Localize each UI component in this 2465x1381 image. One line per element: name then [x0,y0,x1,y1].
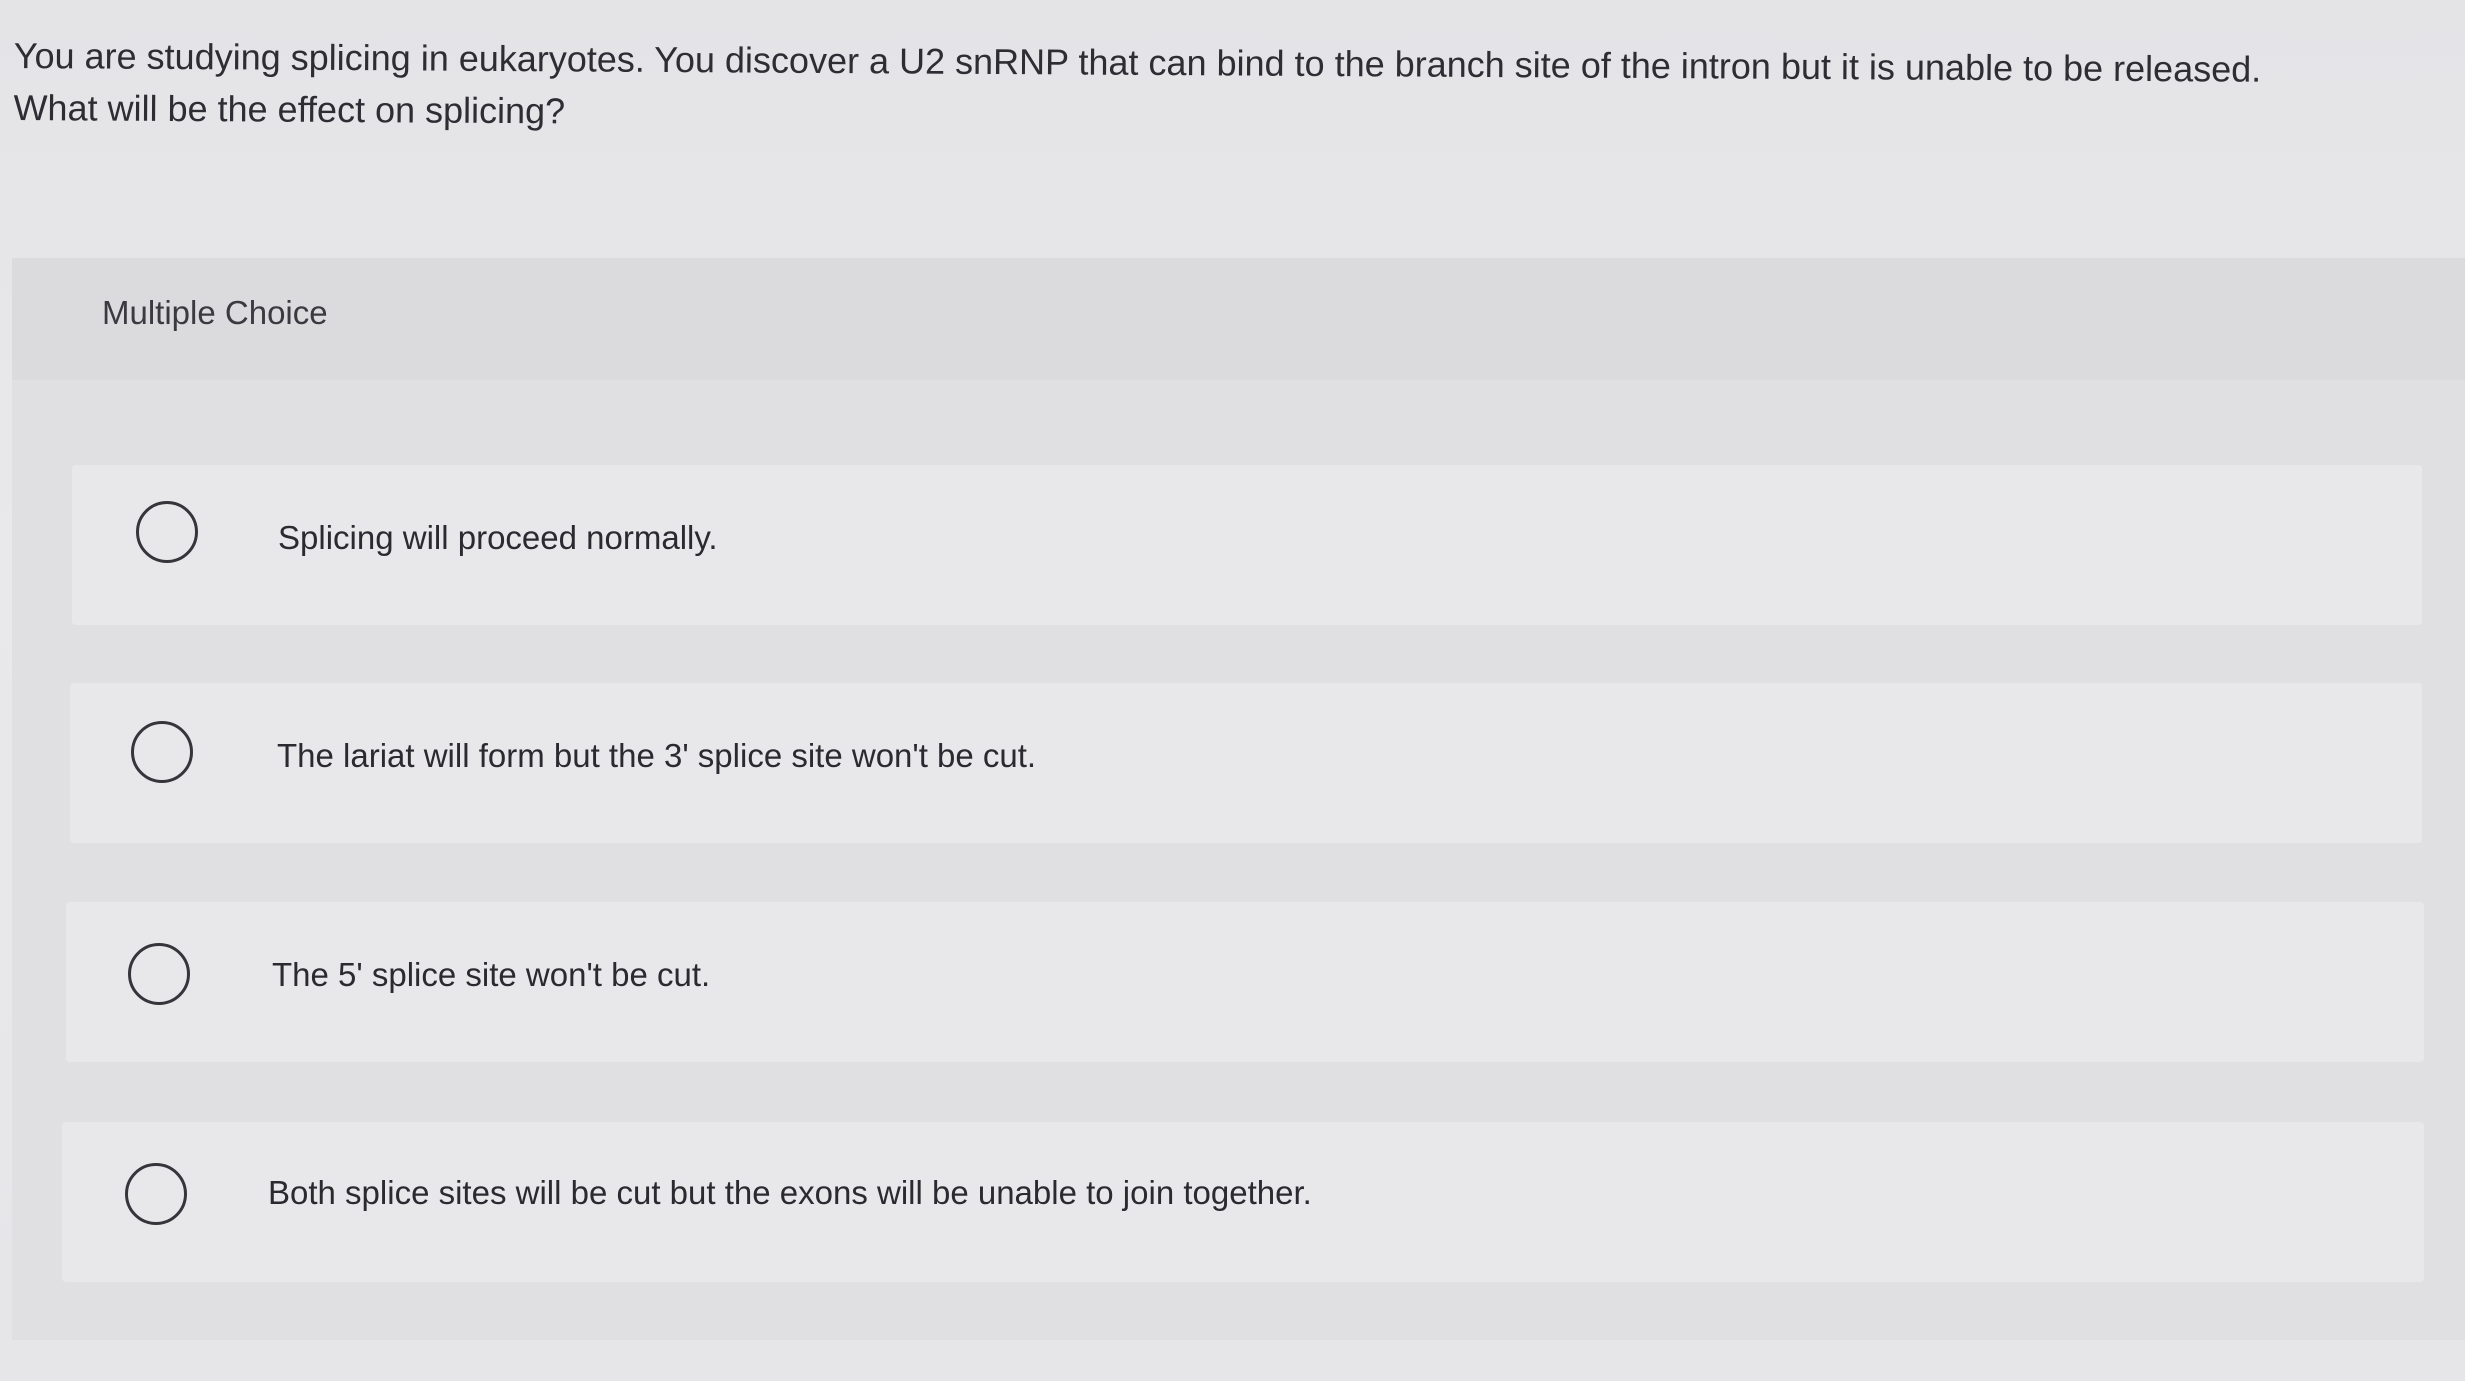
multiple-choice-header [12,258,2465,380]
answer-option-2-label: The lariat will form but the 3' splice s… [277,737,1037,774]
answer-option-3-label: The 5' splice site won't be cut. [272,956,711,993]
answer-option-2[interactable]: The lariat will form but the 3' splice s… [70,683,2422,843]
radio-button-4[interactable] [125,1163,187,1225]
answer-option-4[interactable]: Both splice sites will be cut but the ex… [62,1122,2424,1282]
multiple-choice-label: Multiple Choice [102,294,328,331]
answer-option-1-label: Splicing will proceed normally. [278,519,718,556]
radio-button-1[interactable] [136,501,198,563]
question-text: You are studying splicing in eukaryotes.… [13,30,2434,149]
radio-button-3[interactable] [128,943,190,1005]
radio-button-2[interactable] [131,721,193,783]
answer-option-1[interactable]: Splicing will proceed normally. [72,465,2422,625]
answer-option-4-label: Both splice sites will be cut but the ex… [268,1174,1312,1211]
quiz-page: You are studying splicing in eukaryotes.… [0,0,2465,1381]
answer-option-3[interactable]: The 5' splice site won't be cut. [66,902,2424,1062]
